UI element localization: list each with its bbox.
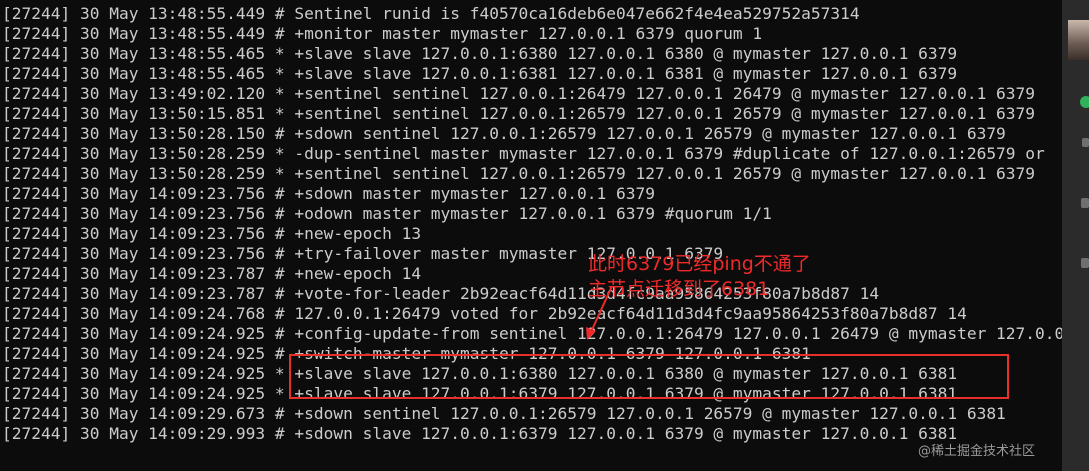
- arrow-icon: [586, 285, 613, 340]
- watermark: @稀土掘金技术社区: [918, 444, 1036, 459]
- annotation-master-moved: 主节点迁移到了6381: [588, 278, 770, 300]
- annotation-ping-failed: 此时6379已经ping不通了: [588, 253, 811, 275]
